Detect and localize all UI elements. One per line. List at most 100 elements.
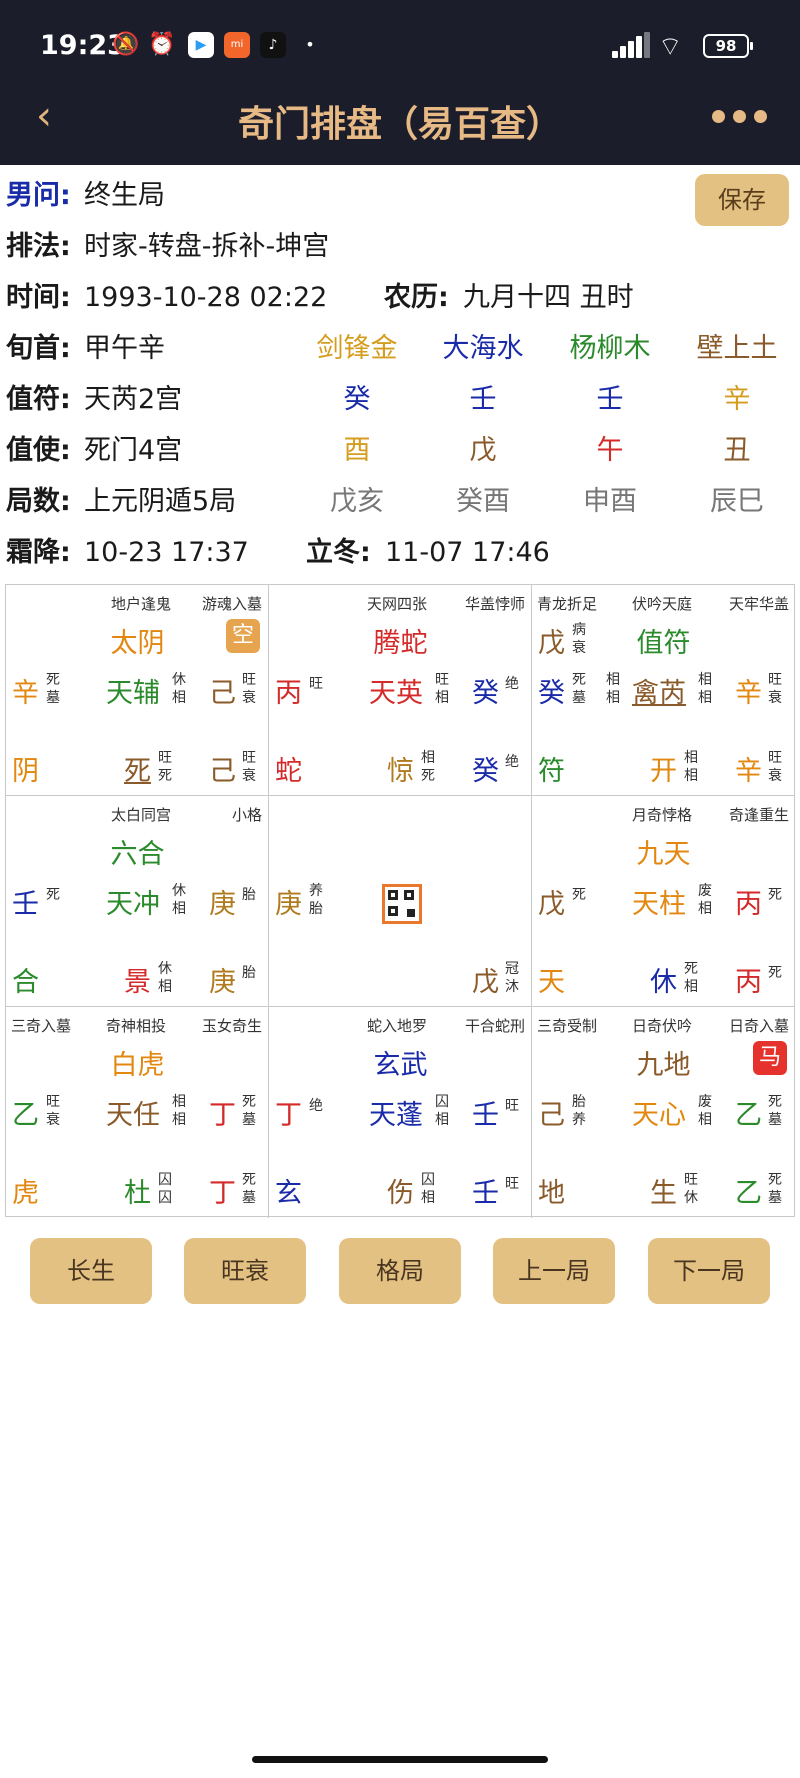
time-label: 时间: (6, 282, 71, 313)
bell-off-icon: 🔕 (112, 32, 140, 57)
stem-state: 沐 (505, 979, 519, 995)
stem-state: 衰 (242, 690, 256, 706)
deity-name: 六合 (110, 839, 165, 870)
term2-label: 立冬: (306, 537, 371, 568)
stem-state: 旺 (242, 672, 256, 688)
star-name: 天心 (632, 1100, 686, 1131)
earth-stem: 己 (209, 678, 236, 709)
star-name: 天任 (106, 1100, 160, 1131)
stem-state: 死 (768, 887, 782, 903)
door-state: 旺 (684, 1172, 698, 1188)
star-state: 相 (172, 901, 186, 917)
changsheng-button[interactable]: 长生 (30, 1238, 152, 1304)
wangshuai-button[interactable]: 旺衰 (184, 1238, 306, 1304)
zhifu-col-1: 癸 (343, 384, 371, 415)
star-state: 休 (172, 883, 186, 899)
home-indicator[interactable] (252, 1756, 548, 1763)
zhifu-value: 天芮2宫 (84, 384, 183, 415)
palace-cell: 三奇受制 日奇伏吟 日奇入墓 九地 马 己 胎 养 天心 废 相 乙 死 墓 地… (532, 1007, 795, 1218)
deity-short: 蛇 (275, 756, 302, 787)
star-state: 相 (698, 690, 712, 706)
method-value: 时家-转盘-拆补-坤宫 (84, 231, 330, 262)
tiktok-icon: ♪ (260, 32, 286, 58)
earth-stem: 乙 (735, 1100, 762, 1131)
stem-state: 胎 (309, 901, 323, 917)
stem-state: 旺 (768, 750, 782, 766)
ground-stem: 戊 (472, 967, 499, 998)
gender-value: 终生局 (84, 180, 165, 211)
palace-cell-center: 庚 养 胎 戊 冠 沐 (269, 796, 532, 1007)
palace-cell: 三奇入墓 奇神相投 玉女奇生 白虎 乙 旺 衰 天任 相 相 丁 死 墓 虎 杜… (6, 1007, 269, 1218)
more-notifications-icon: • (305, 35, 315, 54)
stem-state: 旺 (768, 672, 782, 688)
palace-tag: 地户逢鬼 (111, 595, 172, 613)
door-state: 相 (684, 768, 698, 784)
gender-label: 男问: (6, 180, 71, 211)
method-row: 排法: 时家-转盘-拆补-坤宫 (0, 222, 800, 272)
geju-button[interactable]: 格局 (339, 1238, 461, 1304)
jushu-col-2: 癸酉 (456, 486, 510, 517)
palace-tag: 日奇伏吟 (632, 1017, 693, 1035)
zhishi-row: 值使: 死门4宫 酉 戊 午 丑 (0, 426, 800, 476)
stem-state: 墓 (768, 1112, 782, 1128)
zhishi-col-3: 午 (596, 435, 624, 466)
page-title: 奇门排盘（易百查） (237, 104, 562, 145)
earth-stem: 丙 (735, 889, 762, 920)
stem-state: 旺 (309, 676, 323, 692)
stem-state: 墓 (768, 1190, 782, 1206)
star-name: 禽芮 (632, 678, 686, 709)
more-dots-icon[interactable] (712, 110, 768, 124)
xunshou-row: 旬首: 甲午辛 剑锋金 大海水 杨柳木 壁上土 (0, 324, 800, 374)
earth-stem: 癸 (472, 678, 499, 709)
heaven-stem: 丙 (275, 678, 302, 709)
door-name: 伤 (387, 1178, 414, 1209)
jushu-label: 局数: (6, 486, 71, 517)
stem-state: 相 (606, 690, 620, 706)
star-state: 相 (698, 901, 712, 917)
earth-stem: 壬 (472, 1100, 499, 1131)
time-row: 时间: 1993-10-28 02:22 农历: 九月十四 丑时 (0, 273, 800, 323)
heaven-stem: 戊 (538, 889, 565, 920)
next-chart-button[interactable]: 下一局 (648, 1238, 770, 1304)
stem-state: 养 (309, 883, 323, 899)
palace-tag: 干合蛇刑 (464, 1017, 525, 1035)
deity-name: 白虎 (110, 1050, 165, 1081)
jushu-col-1: 戊亥 (330, 486, 384, 517)
heaven-stem: 庚 (275, 889, 302, 920)
door-state: 相 (421, 750, 435, 766)
door-state: 相 (684, 750, 698, 766)
stem-state: 绝 (505, 676, 519, 692)
solar-term-row: 霜降: 10-23 17:37 立冬: 11-07 17:46 (0, 528, 800, 578)
play-store-icon: ▶ (188, 32, 214, 58)
ground-stem: 丁 (209, 1178, 236, 1209)
lunar-label: 农历: (384, 282, 449, 313)
door-name: 开 (650, 756, 677, 787)
deity-name: 玄武 (373, 1050, 428, 1081)
heaven-stem: 壬 (12, 889, 39, 920)
deity-short: 玄 (275, 1178, 302, 1209)
palace-tag: 天牢华盖 (728, 595, 789, 613)
jushu-col-4: 辰巳 (710, 486, 764, 517)
term1-value: 10-23 17:37 (84, 537, 249, 568)
deity-short: 天 (538, 967, 565, 998)
stem-state: 衰 (768, 690, 782, 706)
zhifu-row: 值符: 天芮2宫 癸 壬 壬 辛 (0, 375, 800, 425)
palace-tag: 玉女奇生 (201, 1017, 262, 1035)
star-name: 天英 (369, 678, 423, 709)
door-state: 死 (158, 768, 172, 784)
ground-stem: 庚 (209, 967, 236, 998)
palace-cell: 青龙折足 伏吟天庭 天牢华盖 值符 戊 病 衰 癸 死 墓 相 相 禽芮 相 相… (532, 585, 795, 796)
qr-code-icon[interactable] (382, 884, 422, 924)
deity-name: 九天 (636, 839, 691, 870)
palace-cell: 太白同宫 小格 六合 壬 死 天冲 休 相 庚 胎 合 景 休 相 庚 胎 (6, 796, 269, 1007)
star-state: 相 (172, 1112, 186, 1128)
jushu-row: 局数: 上元阴遁5局 戊亥 癸酉 申酉 辰巳 (0, 477, 800, 527)
jushu-value: 上元阴遁5局 (84, 486, 237, 517)
palace-cell: 地户逢鬼 游魂入墓 太阴 空 辛 死 墓 天辅 休 相 己 旺 衰 阴 死 旺 … (6, 585, 269, 796)
deity-short: 地 (538, 1178, 565, 1209)
top-stem: 戊 (538, 628, 565, 659)
palace-tag: 华盖悖师 (464, 595, 525, 613)
xunshou-label: 旬首: (6, 333, 71, 364)
deity-short: 合 (12, 967, 39, 998)
previous-chart-button[interactable]: 上一局 (493, 1238, 615, 1304)
